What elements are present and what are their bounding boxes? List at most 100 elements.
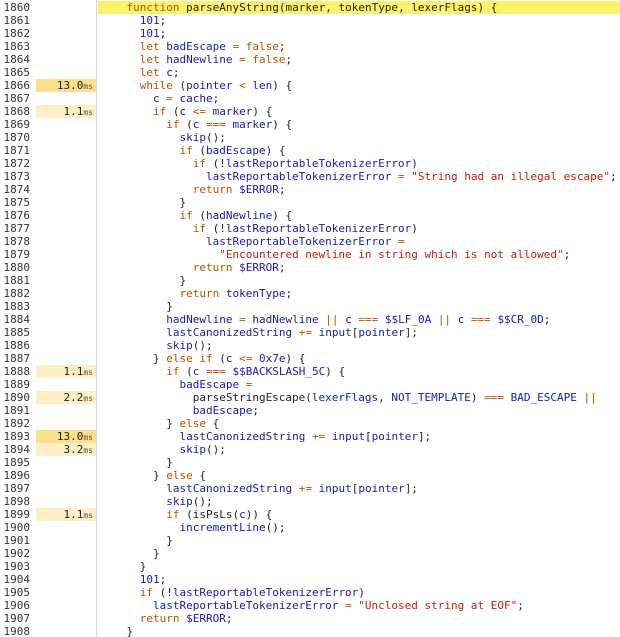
code-token: input: [318, 326, 352, 339]
code-line[interactable]: 1901 }: [0, 534, 620, 547]
code-text: c = cache;: [98, 92, 620, 105]
line-number: 1867: [3, 92, 31, 105]
code-token: ;: [609, 170, 617, 183]
code-token: ();: [205, 131, 226, 144]
line-number: 1905: [3, 586, 31, 599]
code-token: ) {: [285, 352, 306, 365]
code-line[interactable]: 1903 }: [0, 560, 620, 573]
code-line[interactable]: 1873 lastReportableTokenizerError = "Str…: [0, 170, 620, 183]
code-line[interactable]: 1887 } else if (c <= 0x7e) {: [0, 352, 620, 365]
code-line[interactable]: 1864 let hadNewline = false;: [0, 53, 620, 66]
code-line[interactable]: 1866 13.0ms while (pointer < len) {: [0, 79, 620, 92]
code-line[interactable]: 1882 return tokenType;: [0, 287, 620, 300]
timing-cell: [36, 248, 96, 261]
code-line[interactable]: 1883 }: [0, 300, 620, 313]
line-number: 1868: [3, 105, 31, 118]
code-line[interactable]: 1874 return $ERROR;: [0, 183, 620, 196]
code-line[interactable]: 1868 1.1ms if (c <= marker) {: [0, 105, 620, 118]
code-text: }: [98, 534, 620, 547]
code-line[interactable]: 1879 "Encountered newline in string whic…: [0, 248, 620, 261]
code-line[interactable]: 1867 c = cache;: [0, 92, 620, 105]
code-line[interactable]: 1888 1.1ms if (c === $$BACKSLASH_5C) {: [0, 365, 620, 378]
code-line[interactable]: 1902 }: [0, 547, 620, 560]
code-line[interactable]: 1907 return $ERROR;: [0, 612, 620, 625]
code-token: ;: [278, 261, 286, 274]
code-line[interactable]: 1905 if (!lastReportableTokenizerError): [0, 586, 620, 599]
code-token: marker: [232, 118, 273, 131]
code-line[interactable]: 1881 }: [0, 274, 620, 287]
code-line[interactable]: 1877 if (!lastReportableTokenizerError): [0, 222, 620, 235]
timing-value: 1.1: [63, 365, 84, 378]
code-token: pointer: [358, 326, 405, 339]
code-line[interactable]: 1872 if (!lastReportableTokenizerError): [0, 157, 620, 170]
code-token: lastReportableTokenizerError: [172, 586, 359, 599]
code-token: 101: [139, 14, 160, 27]
code-line[interactable]: 1865 let c;: [0, 66, 620, 79]
code-token: lastCanonizedString: [179, 430, 306, 443]
code-line[interactable]: 1870 skip();: [0, 131, 620, 144]
code-text: skip();: [98, 495, 620, 508]
code-text: return $ERROR;: [98, 612, 620, 625]
code-token: ];: [417, 430, 432, 443]
timing-cell: [36, 27, 96, 40]
code-token: else: [179, 417, 206, 430]
code-line[interactable]: 1878 lastReportableTokenizerError =: [0, 235, 620, 248]
code-line[interactable]: 1889 badEscape =: [0, 378, 620, 391]
code-text: if (isPsLs(c)) {: [98, 508, 620, 521]
code-line[interactable]: 1892 } else {: [0, 417, 620, 430]
code-line[interactable]: 1875 }: [0, 196, 620, 209]
code-line[interactable]: 1862 101;: [0, 27, 620, 40]
code-line[interactable]: 1871 if (badEscape) {: [0, 144, 620, 157]
code-token: ): [470, 391, 485, 404]
code-token: ): [411, 157, 418, 170]
code-text: skip();: [98, 339, 620, 352]
code-token: 0x7e: [258, 352, 286, 365]
code-line[interactable]: 1861 101;: [0, 14, 620, 27]
code-token: <: [239, 79, 246, 92]
line-number: 1890: [3, 391, 31, 404]
code-line[interactable]: 1880 return $ERROR;: [0, 261, 620, 274]
line-number: 1861: [3, 14, 31, 27]
code-token: BAD_ESCAPE: [510, 391, 577, 404]
code-token: tokenType: [338, 1, 399, 14]
code-line[interactable]: 1904 101;: [0, 573, 620, 586]
code-line[interactable]: 1896 } else {: [0, 469, 620, 482]
code-token: marker: [212, 105, 253, 118]
code-line[interactable]: 1894 3.2ms skip();: [0, 443, 620, 456]
code-line[interactable]: 1895 }: [0, 456, 620, 469]
code-line[interactable]: 1860 function parseAnyString(marker, tok…: [0, 1, 620, 14]
code-token: return: [192, 261, 233, 274]
code-line[interactable]: 1893 13.0ms lastCanonizedString += input[…: [0, 430, 620, 443]
code-token: if: [179, 209, 193, 222]
code-token: ;: [225, 612, 233, 625]
code-line[interactable]: 1869 if (c === marker) {: [0, 118, 620, 131]
code-line[interactable]: 1876 if (hadNewline) {: [0, 209, 620, 222]
source-viewer[interactable]: 1860 function parseAnyString(marker, tok…: [0, 0, 620, 637]
code-line[interactable]: 1884 hadNewline = hadNewline || c === $$…: [0, 313, 620, 326]
code-token: "Unclosed string at EOF": [358, 599, 518, 612]
timing-value: 1.1: [63, 105, 84, 118]
code-token: ,: [378, 391, 392, 404]
code-token: input: [331, 430, 365, 443]
code-line[interactable]: 1863 let badEscape = false;: [0, 40, 620, 53]
code-line[interactable]: 1890 2.2ms parseStringEscape(lexerFlags, …: [0, 391, 620, 404]
code-line[interactable]: 1897 lastCanonizedString += input[pointe…: [0, 482, 620, 495]
code-line[interactable]: 1898 skip();: [0, 495, 620, 508]
code-line[interactable]: 1885 lastCanonizedString += input[pointe…: [0, 326, 620, 339]
code-token: marker: [285, 1, 326, 14]
code-line[interactable]: 1899 1.1ms if (isPsLs(c)) {: [0, 508, 620, 521]
code-line[interactable]: 1900 incrementLine();: [0, 521, 620, 534]
code-token: if: [166, 365, 180, 378]
code-line[interactable]: 1906 lastReportableTokenizerError = "Unc…: [0, 599, 620, 612]
line-number: 1866: [3, 79, 31, 92]
timing-cell: [36, 1, 96, 14]
code-line[interactable]: 1908 }: [0, 625, 620, 637]
code-line[interactable]: 1891 badEscape;: [0, 404, 620, 417]
line-number: 1877: [3, 222, 31, 235]
code-line[interactable]: 1886 skip();: [0, 339, 620, 352]
code-token: $ERROR: [239, 261, 279, 274]
